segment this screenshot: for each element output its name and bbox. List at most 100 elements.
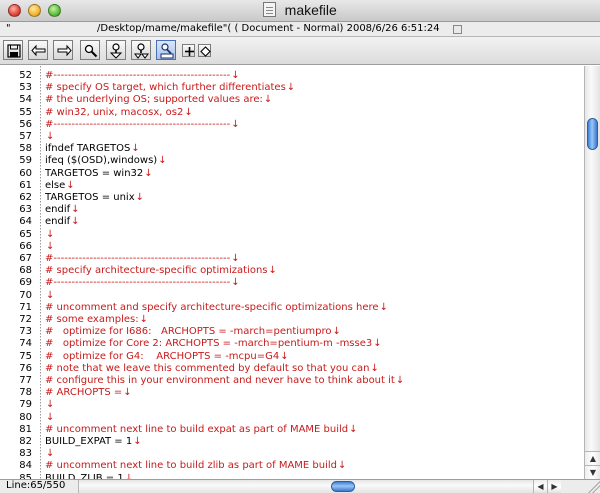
end-of-line-marker: ↓ <box>71 204 80 216</box>
document-icon[interactable] <box>263 2 277 17</box>
code-text: endif↓ <box>45 204 80 216</box>
vertical-scrollbar[interactable]: ▲ ▼ <box>584 66 600 479</box>
code-line[interactable]: 63 endif↓ <box>0 204 584 216</box>
line-number: 77 <box>19 375 32 386</box>
line-number: 74 <box>19 338 32 350</box>
code-line[interactable]: 81 # uncomment next line to build expat a… <box>0 424 584 436</box>
end-of-line-marker: ↓ <box>46 448 55 460</box>
end-of-line-marker: ↓ <box>268 265 277 277</box>
line-number: 61 <box>19 179 32 191</box>
title-bar: makefile <box>0 0 600 22</box>
line-number: 62 <box>19 192 32 203</box>
code-line[interactable]: 82 BUILD_EXPAT = 1↓ <box>0 436 584 448</box>
code-line[interactable]: 60 TARGETOS = win32↓ <box>0 168 584 180</box>
comment-text: #---------------------------------------… <box>45 119 240 131</box>
path-bar: " /Desktop/mame/makefile"( ( Document - … <box>0 22 600 37</box>
code-line[interactable]: 69 #-------------------------------------… <box>0 277 584 289</box>
redo-arrow-icon <box>57 44 72 57</box>
code-line[interactable]: 61 else↓ <box>0 180 584 192</box>
code-line[interactable]: 52 #-------------------------------------… <box>0 70 584 82</box>
code-line[interactable]: 70 ↓ <box>0 290 584 302</box>
line-number: 69 <box>19 277 32 289</box>
code-line[interactable]: 56 #-------------------------------------… <box>0 119 584 131</box>
code-line[interactable]: 71 # uncomment and specify architecture-s… <box>0 302 584 314</box>
find-prev-icon <box>134 43 149 59</box>
line-content: endif <box>45 204 71 216</box>
code-line[interactable]: 59 ifeq ($(OSD),windows)↓ <box>0 155 584 167</box>
plus-icon <box>185 47 194 56</box>
end-of-line-marker: ↓ <box>46 411 55 423</box>
comment-text: # uncomment next line to build zlib as p… <box>45 460 346 472</box>
scroll-up-arrow[interactable]: ▲ <box>585 451 600 465</box>
horizontal-scrollbar[interactable]: ◀ ▶ <box>78 480 561 493</box>
code-line[interactable]: 83 ↓ <box>0 448 584 460</box>
code-line[interactable]: 73 # optimize for I686: ARCHOPTS = -march… <box>0 326 584 338</box>
line-content: # specify OS target, which further diffe… <box>45 82 286 94</box>
code-line[interactable]: 55 # win32, unix, macosx, os2↓ <box>0 107 584 119</box>
code-line[interactable]: 76 # note that we leave this commented by… <box>0 363 584 375</box>
save-button[interactable] <box>3 40 23 60</box>
code-text: ↓ <box>45 241 54 253</box>
code-line[interactable]: 75 # optimize for G4: ARCHOPTS = -mcpu=G4… <box>0 351 584 363</box>
save-icon <box>7 44 21 58</box>
find-all-button[interactable] <box>156 40 176 60</box>
code-text: ↓ <box>45 448 54 460</box>
code-line[interactable]: 65 ↓ <box>0 229 584 241</box>
add-button[interactable] <box>182 44 195 57</box>
line-content: TARGETOS = unix <box>45 192 135 203</box>
code-line[interactable]: 72 # some examples:↓ <box>0 314 584 326</box>
end-of-line-marker: ↓ <box>280 350 289 362</box>
end-of-line-marker: ↓ <box>158 155 167 167</box>
comment-text: # optimize for I686: ARCHOPTS = -march=p… <box>45 326 341 338</box>
text-editor[interactable]: 52 #-------------------------------------… <box>0 66 584 479</box>
search-button[interactable] <box>80 40 100 60</box>
code-line[interactable]: 66 ↓ <box>0 241 584 253</box>
code-line[interactable]: 84 # uncomment next line to build zlib as… <box>0 460 584 472</box>
find-next-button[interactable] <box>106 40 126 60</box>
path-prefix: " <box>6 23 11 34</box>
horizontal-scroll-thumb[interactable] <box>331 481 355 492</box>
find-next-icon <box>109 43 123 59</box>
code-line[interactable]: 57 ↓ <box>0 131 584 143</box>
line-content: # specify architecture-specific optimiza… <box>45 265 268 277</box>
scroll-right-arrow[interactable]: ▶ <box>547 480 561 493</box>
end-of-line-marker: ↓ <box>46 240 55 252</box>
line-number: 79 <box>19 399 32 411</box>
end-of-line-marker: ↓ <box>370 362 379 374</box>
line-content: # configure this in your environment and… <box>45 375 395 386</box>
code-line[interactable]: 79 ↓ <box>0 399 584 411</box>
end-of-line-marker: ↓ <box>231 70 240 81</box>
code-line[interactable]: 67 #-------------------------------------… <box>0 253 584 265</box>
code-text: TARGETOS = win32↓ <box>45 168 153 180</box>
code-line[interactable]: 74 # optimize for Core 2: ARCHOPTS = -mar… <box>0 338 584 350</box>
resize-grip-icon[interactable] <box>586 480 600 493</box>
redo-button[interactable] <box>53 40 73 60</box>
line-content: # win32, unix, macosx, os2 <box>45 106 184 118</box>
comment-text: # optimize for Core 2: ARCHOPTS = -march… <box>45 338 382 350</box>
code-line[interactable]: 78 # ARCHOPTS =↓ <box>0 387 584 399</box>
path-popup-button[interactable] <box>453 25 462 34</box>
comment-text: # the underlying OS; supported values ar… <box>45 94 272 106</box>
code-text: TARGETOS = unix↓ <box>45 192 144 204</box>
code-line[interactable]: 64 endif↓ <box>0 216 584 228</box>
code-line[interactable]: 54 # the underlying OS; supported values … <box>0 94 584 106</box>
scroll-down-arrow[interactable]: ▼ <box>585 465 600 479</box>
line-content: # optimize for I686: ARCHOPTS = -march=p… <box>45 326 332 338</box>
find-previous-button[interactable] <box>131 40 151 60</box>
end-of-line-marker: ↓ <box>373 338 382 350</box>
undo-button[interactable] <box>28 40 48 60</box>
code-line[interactable]: 62 TARGETOS = unix↓ <box>0 192 584 204</box>
vertical-scroll-thumb[interactable] <box>587 118 598 150</box>
marker-button[interactable] <box>198 44 211 57</box>
code-line[interactable]: 68 # specify architecture-specific optimi… <box>0 265 584 277</box>
end-of-line-marker: ↓ <box>46 289 55 301</box>
scroll-left-arrow[interactable]: ◀ <box>533 480 547 493</box>
line-number: 55 <box>19 106 32 118</box>
line-position: Line:65/550 <box>6 480 66 491</box>
code-line[interactable]: 77 # configure this in your environment a… <box>0 375 584 387</box>
line-number: 60 <box>19 167 32 179</box>
code-line[interactable]: 80 ↓ <box>0 412 584 424</box>
end-of-line-marker: ↓ <box>231 118 240 130</box>
code-line[interactable]: 58 ifndef TARGETOS↓ <box>0 143 584 155</box>
code-line[interactable]: 53 # specify OS target, which further dif… <box>0 82 584 94</box>
